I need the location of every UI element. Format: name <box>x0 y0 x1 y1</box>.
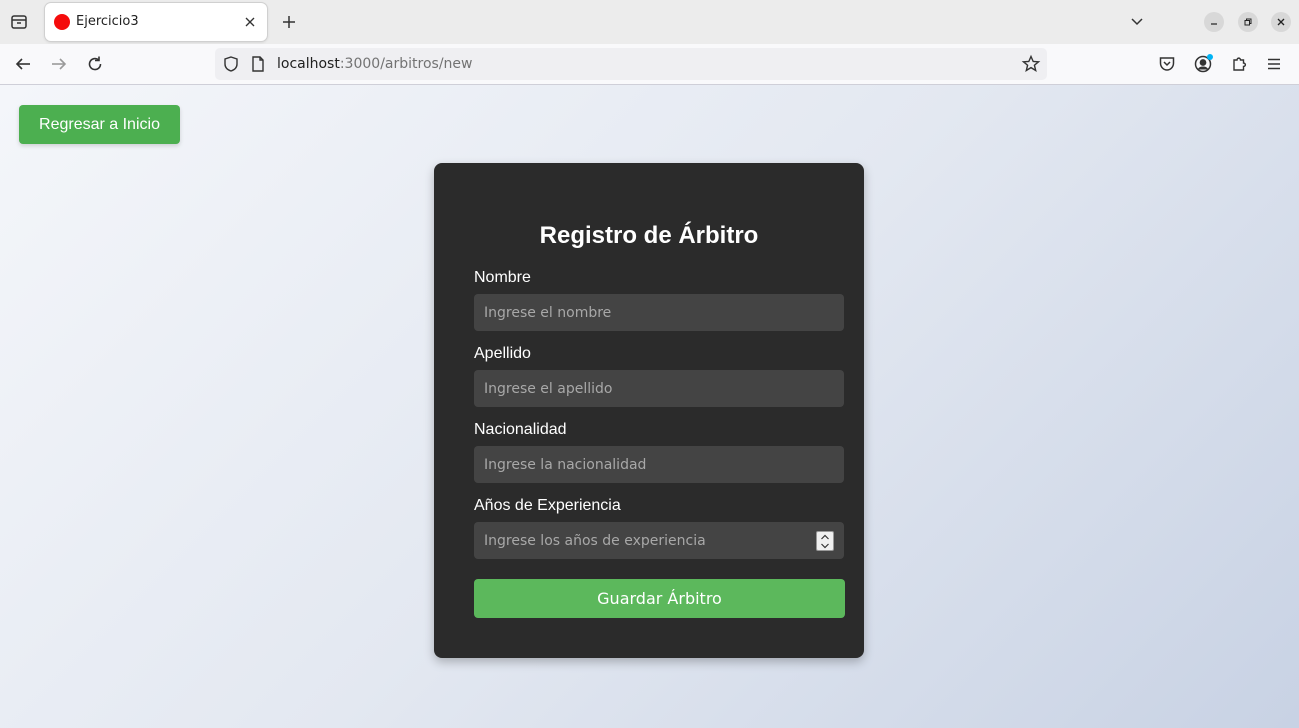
browser-tab[interactable]: Ejercicio3 <box>45 3 267 41</box>
navigation-bar: localhost:3000/arbitros/new <box>0 44 1299 85</box>
forward-arrow-icon[interactable] <box>49 54 69 74</box>
form-title: Registro de Árbitro <box>539 222 759 249</box>
tab-title: Ejercicio3 <box>76 14 139 29</box>
experiencia-label: Años de Experiencia <box>474 497 621 514</box>
page-content: Regresar a Inicio Registro de Árbitro No… <box>0 85 1299 728</box>
apellido-label: Apellido <box>474 345 531 362</box>
url-text[interactable]: localhost:3000/arbitros/new <box>277 56 472 72</box>
referee-form-card: Registro de Árbitro Nombre Apellido Naci… <box>434 163 864 658</box>
save-referee-button[interactable]: Guardar Árbitro <box>474 579 845 618</box>
spinner-icon[interactable] <box>816 531 834 551</box>
url-path: :3000/arbitros/new <box>339 56 473 72</box>
tab-bar: Ejercicio3 <box>0 0 1299 44</box>
chevron-down-icon[interactable] <box>1127 12 1147 32</box>
nacionalidad-label: Nacionalidad <box>474 421 567 438</box>
favicon-icon <box>54 14 70 30</box>
page-icon[interactable] <box>248 54 268 74</box>
plus-icon[interactable] <box>279 12 299 32</box>
nacionalidad-input[interactable] <box>474 446 844 483</box>
account-icon[interactable] <box>1193 54 1213 74</box>
nombre-label: Nombre <box>474 269 531 286</box>
back-to-home-button[interactable]: Regresar a Inicio <box>19 105 180 144</box>
nombre-input[interactable] <box>474 294 844 331</box>
minimize-icon[interactable] <box>1204 12 1224 32</box>
restore-icon[interactable] <box>1238 12 1258 32</box>
experiencia-input[interactable] <box>474 522 844 559</box>
star-icon[interactable] <box>1021 54 1041 74</box>
apellido-input[interactable] <box>474 370 844 407</box>
url-host: localhost <box>277 56 340 72</box>
extensions-icon[interactable] <box>1229 54 1249 74</box>
close-icon[interactable] <box>242 14 258 30</box>
notification-dot <box>1207 54 1213 60</box>
back-arrow-icon[interactable] <box>13 54 33 74</box>
pocket-icon[interactable] <box>1157 54 1177 74</box>
menu-icon[interactable] <box>1264 54 1284 74</box>
close-window-icon[interactable] <box>1271 12 1291 32</box>
shield-icon[interactable] <box>221 54 241 74</box>
tab-list-icon[interactable] <box>9 12 29 32</box>
url-bar[interactable]: localhost:3000/arbitros/new <box>215 48 1047 80</box>
reload-icon[interactable] <box>85 54 105 74</box>
